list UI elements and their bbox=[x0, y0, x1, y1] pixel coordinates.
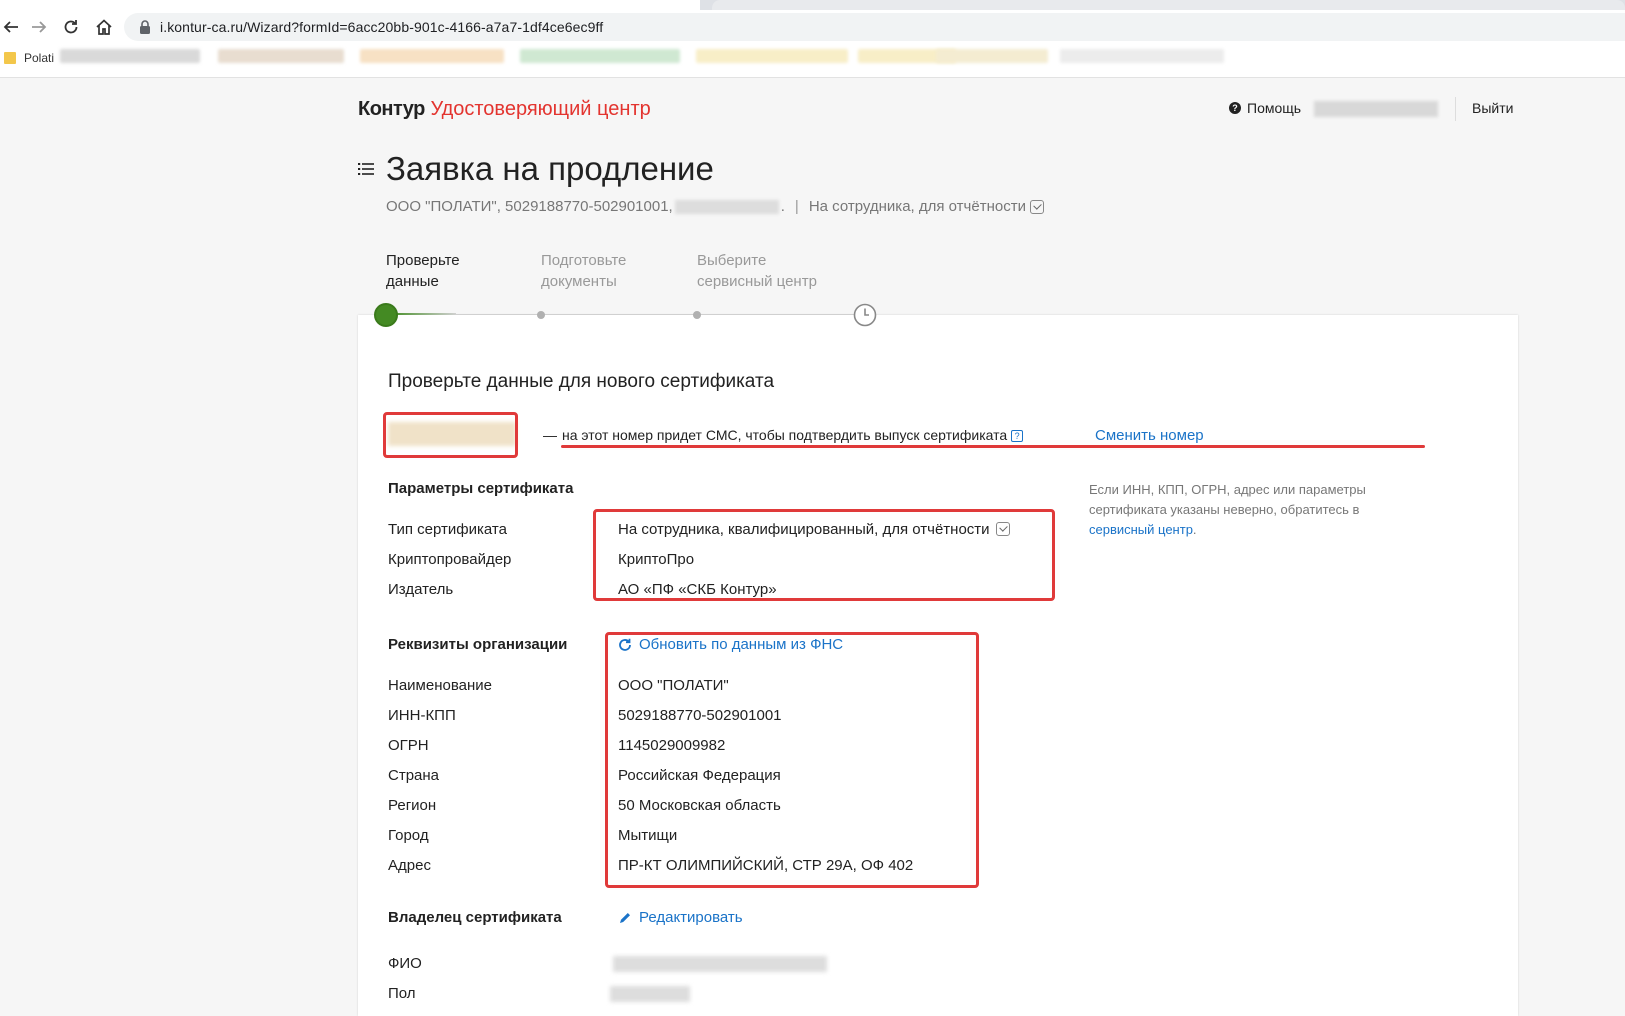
home-button[interactable] bbox=[93, 16, 115, 38]
subtitle-blurred bbox=[674, 199, 779, 214]
stepper-track bbox=[386, 314, 866, 315]
bookmark-blurred[interactable] bbox=[696, 49, 848, 63]
browser-tab[interactable] bbox=[712, 0, 1625, 10]
hint-end: . bbox=[1192, 522, 1197, 537]
bookmark-blurred[interactable] bbox=[360, 49, 504, 63]
arrow-left-icon bbox=[3, 21, 18, 33]
field-label: ИНН-КПП bbox=[388, 707, 456, 724]
lock-icon bbox=[140, 20, 150, 34]
service-center-link[interactable]: сервисный центр bbox=[1089, 522, 1193, 537]
field-label: Город bbox=[388, 827, 429, 844]
field-label: ОГРН bbox=[388, 737, 429, 754]
step-label-line: Выберите bbox=[697, 252, 767, 269]
bookmark-blurred[interactable] bbox=[936, 49, 1048, 63]
checkbox-badge-icon bbox=[1029, 199, 1044, 214]
page-subtitle: ООО "ПОЛАТИ", 5029188770-502901001, . | … bbox=[386, 198, 1044, 215]
reload-icon bbox=[64, 20, 78, 34]
header-divider bbox=[1455, 97, 1456, 121]
hint-text: Если ИНН, КПП, ОГРН, адрес или параметры… bbox=[1089, 480, 1389, 540]
step-indicator bbox=[693, 311, 701, 319]
help-label: Помощь bbox=[1247, 100, 1302, 116]
edit-owner-label: Редактировать bbox=[639, 909, 743, 926]
hint-body: Если ИНН, КПП, ОГРН, адрес или параметры… bbox=[1089, 482, 1366, 517]
reload-button[interactable] bbox=[60, 16, 82, 38]
step-label-line: документы bbox=[541, 273, 617, 290]
list-menu-icon[interactable] bbox=[358, 162, 374, 176]
org-details-title: Реквизиты организации bbox=[388, 636, 568, 653]
step-indicator-current bbox=[374, 303, 398, 327]
logout-link[interactable]: Выйти bbox=[1472, 100, 1513, 116]
field-label: Адрес bbox=[388, 857, 431, 874]
help-tooltip-icon[interactable]: ? bbox=[1011, 430, 1024, 443]
field-label: Наименование bbox=[388, 677, 492, 694]
help-link[interactable]: ? Помощь bbox=[1229, 100, 1301, 116]
page-title: Заявка на продление bbox=[386, 150, 714, 187]
subtitle-dot: . bbox=[780, 198, 785, 215]
bookmark-blurred[interactable] bbox=[60, 49, 200, 63]
user-name-blurred[interactable] bbox=[1314, 101, 1438, 117]
field-label: ФИО bbox=[388, 955, 422, 972]
step-label-line: Подготовьте bbox=[541, 252, 627, 269]
arrow-right-icon bbox=[32, 21, 47, 33]
highlight-box-org bbox=[605, 632, 979, 888]
subtitle-org: ООО "ПОЛАТИ", 5029188770-502901001, bbox=[386, 198, 673, 215]
phone-note-text: на этот номер придет СМС, чтобы подтверд… bbox=[562, 427, 1008, 443]
folder-icon bbox=[4, 52, 16, 64]
bookmark-blurred[interactable] bbox=[520, 49, 680, 63]
pencil-icon bbox=[620, 912, 630, 923]
step-label-line: сервисный центр bbox=[697, 273, 817, 290]
bookmark-polati[interactable]: Polati bbox=[24, 51, 54, 65]
step-check-data[interactable]: Проверьте данные bbox=[386, 250, 536, 292]
step-label-line: данные bbox=[386, 273, 439, 290]
field-label: Тип сертификата bbox=[388, 521, 507, 538]
field-label: Регион bbox=[388, 797, 437, 814]
field-label: Страна bbox=[388, 767, 440, 784]
logo-product: Удостоверяющий центр bbox=[430, 98, 651, 120]
cert-params-title: Параметры сертификата bbox=[388, 480, 574, 497]
highlight-box-phone bbox=[383, 412, 518, 458]
browser-tabstrip bbox=[0, 0, 1625, 10]
browser-tab-active[interactable] bbox=[0, 0, 700, 10]
highlight-underline bbox=[561, 445, 1425, 448]
change-phone-link[interactable]: Сменить номер bbox=[1095, 427, 1204, 444]
url-text[interactable]: i.kontur-ca.ru/Wizard?formId=6acc20bb-90… bbox=[160, 19, 603, 35]
edit-owner-link[interactable]: Редактировать bbox=[618, 909, 743, 926]
logo-brand: Контур bbox=[358, 98, 425, 120]
step-service-center[interactable]: Выберите сервисный центр bbox=[697, 250, 847, 292]
main-card: Проверьте данные для нового сертификата … bbox=[358, 315, 1518, 1016]
back-button[interactable] bbox=[0, 16, 22, 38]
step-label-line: Проверьте bbox=[386, 252, 460, 269]
card-title: Проверьте данные для нового сертификата bbox=[388, 371, 775, 392]
step-indicator bbox=[537, 311, 545, 319]
owner-title: Владелец сертификата bbox=[388, 909, 562, 926]
field-value-gender-blurred bbox=[610, 986, 690, 1002]
forward-button[interactable] bbox=[28, 16, 50, 38]
field-value-fio-blurred bbox=[613, 956, 827, 972]
field-label: Издатель bbox=[388, 581, 454, 598]
question-icon: ? bbox=[1229, 102, 1241, 114]
subtitle-cert-type: На сотрудника, для отчётности bbox=[808, 198, 1026, 215]
subtitle-separator: | bbox=[794, 198, 799, 215]
clock-icon bbox=[853, 303, 877, 327]
bookmark-blurred[interactable] bbox=[1060, 49, 1224, 63]
bookmark-blurred[interactable] bbox=[218, 49, 344, 63]
logo[interactable]: Контур Удостоверяющий центр bbox=[358, 98, 651, 121]
phone-note: на этот номер придет СМС, чтобы подтверд… bbox=[562, 427, 1024, 443]
field-label: Криптопровайдер bbox=[388, 551, 512, 568]
step-prepare-docs[interactable]: Подготовьте документы bbox=[541, 250, 691, 292]
phone-dash: — bbox=[543, 427, 557, 443]
field-label: Пол bbox=[388, 985, 416, 1002]
highlight-box-cert-params bbox=[593, 509, 1055, 601]
home-icon bbox=[96, 19, 112, 35]
